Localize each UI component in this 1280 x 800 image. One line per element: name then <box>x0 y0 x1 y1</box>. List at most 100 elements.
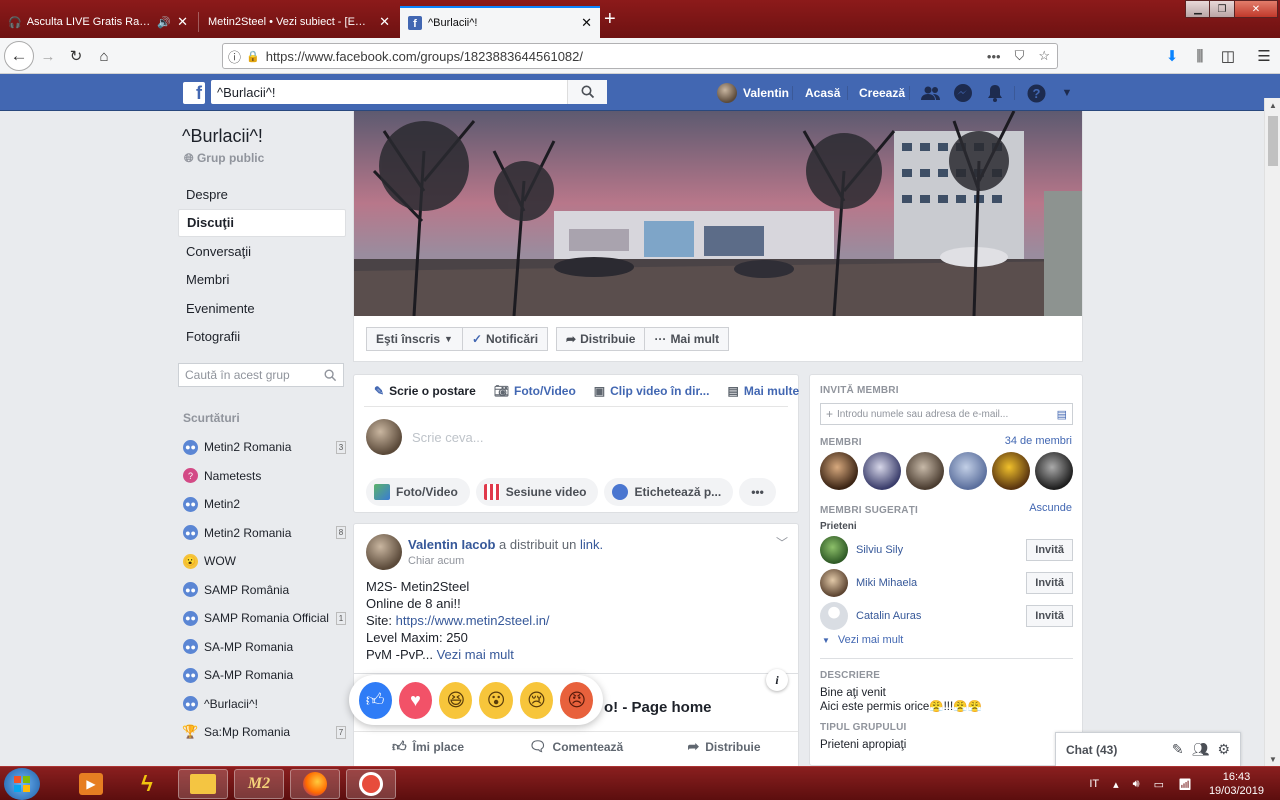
shortcut-item[interactable]: ●● SAMP România <box>178 576 346 605</box>
url-bar[interactable]: ⓘ 🔒 https://www.facebook.com/groups/1823… <box>222 43 1058 69</box>
create-link[interactable]: Creează <box>859 74 905 111</box>
hide-link[interactable]: Ascunde <box>1029 502 1072 514</box>
nav-conversations[interactable]: Conversaţii <box>178 237 346 266</box>
avatar[interactable] <box>992 452 1030 490</box>
avatar[interactable] <box>820 602 848 630</box>
suggested-member-name[interactable]: Catalin Auras <box>856 610 1026 622</box>
page-actions-icon[interactable]: ••• <box>980 49 1008 64</box>
reaction-love-icon[interactable]: ♥ <box>398 681 433 719</box>
firefox-icon[interactable] <box>290 769 340 799</box>
download-icon[interactable]: ⬇ <box>1160 44 1184 68</box>
tab-more[interactable]: ▤ Mai multe <box>727 384 799 398</box>
close-tab-icon[interactable]: ✕ <box>581 15 592 31</box>
menu-icon[interactable]: ☰ <box>1252 44 1276 68</box>
vertical-scrollbar[interactable]: ▲ ▼ <box>1264 98 1280 766</box>
nav-about[interactable]: Despre <box>178 180 346 209</box>
share-button[interactable]: ➦ Distribuie <box>650 732 798 761</box>
reaction-sad-icon[interactable]: 😢︎ <box>519 681 554 719</box>
speaker-icon[interactable]: 🔊 <box>157 16 171 29</box>
photo-video-option[interactable]: Foto/Video <box>366 478 470 506</box>
chat-label[interactable]: Chat (43) <box>1066 743 1164 757</box>
tab-radio[interactable]: 🎧 Asculta LIVE Gratis Radio M 🔊 ✕ <box>0 6 196 38</box>
power-icon[interactable]: ▭ <box>1154 778 1164 791</box>
nav-events[interactable]: Evenimente <box>178 294 346 323</box>
home-link[interactable]: Acasă <box>805 74 840 111</box>
start-button-icon[interactable] <box>4 768 40 800</box>
avatar[interactable] <box>820 569 848 597</box>
home-icon[interactable]: ⌂ <box>92 44 116 68</box>
recorder-icon[interactable] <box>346 769 396 799</box>
watch-party-option[interactable]: Sesiune video <box>475 478 599 506</box>
media-player-icon[interactable]: ▶ <box>66 769 116 799</box>
reaction-like-icon[interactable]: 👍︎ <box>358 681 392 719</box>
comment-button[interactable]: 🗨︎ Comentează <box>502 732 650 761</box>
account-menu-icon[interactable]: ▼ <box>1057 83 1077 103</box>
new-tab-icon[interactable]: + <box>604 8 616 31</box>
joined-button[interactable]: Eşti înscris ▼ <box>366 327 463 351</box>
link-preview-title[interactable]: o! - Page home <box>604 699 712 716</box>
minimize-icon[interactable]: ▁ <box>1185 0 1211 18</box>
group-chat-icon[interactable]: 👥︎ <box>1192 741 1210 758</box>
shortcut-item[interactable]: ●● Metin2 <box>178 490 346 519</box>
shortcut-item[interactable]: ? Nametests <box>178 462 346 491</box>
see-more-link[interactable]: Vezi mai mult <box>437 647 514 662</box>
invite-button[interactable]: Invită <box>1026 539 1073 561</box>
friend-requests-icon[interactable] <box>921 83 941 103</box>
avatar[interactable] <box>906 452 944 490</box>
more-button[interactable]: ··· Mai mult <box>645 327 730 351</box>
tray-expand-icon[interactable]: ▴ <box>1113 778 1119 791</box>
language-indicator[interactable]: IT <box>1089 778 1099 790</box>
file-explorer-icon[interactable] <box>178 769 228 799</box>
facebook-search-input[interactable] <box>211 84 567 100</box>
shortcut-item[interactable]: ●● ^Burlacii^! <box>178 690 346 719</box>
network-icon[interactable]: 📶︎ <box>1178 778 1192 791</box>
url-text[interactable]: https://www.facebook.com/groups/18238836… <box>266 49 980 64</box>
sidebar-icon[interactable]: ◫ <box>1216 44 1240 68</box>
notifications-bell-icon[interactable] <box>985 83 1005 103</box>
facebook-logo-icon[interactable]: f <box>183 82 205 104</box>
avatar[interactable] <box>820 452 858 490</box>
shortcut-item[interactable]: 😮 WOW <box>178 547 346 576</box>
info-icon[interactable]: i <box>766 669 788 691</box>
profile-link[interactable]: Valentin <box>717 74 789 111</box>
nav-discussion[interactable]: Discuţii <box>178 208 346 237</box>
nav-photos[interactable]: Fotografii <box>178 323 346 352</box>
cover-photo[interactable] <box>354 111 1082 316</box>
pocket-icon[interactable]: ⛉ <box>1008 48 1032 64</box>
shortcut-item[interactable]: 🏆 Sa:Mp Romania 7 <box>178 718 346 747</box>
winamp-icon[interactable]: ϟ <box>122 769 172 799</box>
volume-icon[interactable]: 🔊︎ <box>1133 778 1140 791</box>
clock[interactable]: 16:43 19/03/2019 <box>1209 770 1264 798</box>
invite-button[interactable]: Invită <box>1026 605 1073 627</box>
close-tab-icon[interactable]: ✕ <box>177 14 188 30</box>
search-icon[interactable] <box>567 80 607 104</box>
gear-icon[interactable]: ⚙ <box>1217 741 1230 758</box>
post-author[interactable]: Valentin Iacob <box>408 537 495 552</box>
nav-members[interactable]: Membri <box>178 266 346 295</box>
scroll-down-icon[interactable]: ▼ <box>1265 752 1280 766</box>
post-timestamp[interactable]: Chiar acum <box>408 555 603 567</box>
reaction-angry-icon[interactable]: 😠︎ <box>560 681 594 719</box>
invite-members-input[interactable]: + Introdu numele sau adresa de e-mail...… <box>820 403 1073 425</box>
back-icon[interactable]: ← <box>4 41 34 71</box>
invite-button[interactable]: Invită <box>1026 572 1073 594</box>
shortcut-item[interactable]: ●● Metin2 Romania 8 <box>178 519 346 548</box>
reaction-wow-icon[interactable]: 😮︎ <box>479 681 513 719</box>
window-close-icon[interactable]: ✕ <box>1234 0 1278 18</box>
avatar[interactable] <box>863 452 901 490</box>
tab-live-video[interactable]: ▣ Clip video în dir... <box>594 384 710 398</box>
more-options-button[interactable]: ••• <box>739 478 776 506</box>
tag-friends-option[interactable]: Etichetează p... <box>604 478 734 506</box>
like-button[interactable]: 👍︎ Îmi place <box>354 732 502 761</box>
avatar[interactable] <box>820 536 848 564</box>
site-link[interactable]: https://www.metin2steel.in/ <box>396 613 550 628</box>
tab-write-post[interactable]: ✎ Scrie o postare <box>374 384 476 398</box>
shortcut-item[interactable]: ●● SA-MP Romania <box>178 633 346 662</box>
see-more-link[interactable]: ▼ Vezi mai mult <box>822 634 903 646</box>
post-link-word[interactable]: link. <box>580 537 603 552</box>
library-icon[interactable]: ⫼ <box>1188 44 1212 68</box>
shortcut-item[interactable]: ●● SAMP Romania Official 1 <box>178 604 346 633</box>
contacts-icon[interactable]: ▤ <box>1057 408 1067 421</box>
info-icon[interactable]: ⓘ <box>223 47 246 66</box>
avatar[interactable] <box>1035 452 1073 490</box>
